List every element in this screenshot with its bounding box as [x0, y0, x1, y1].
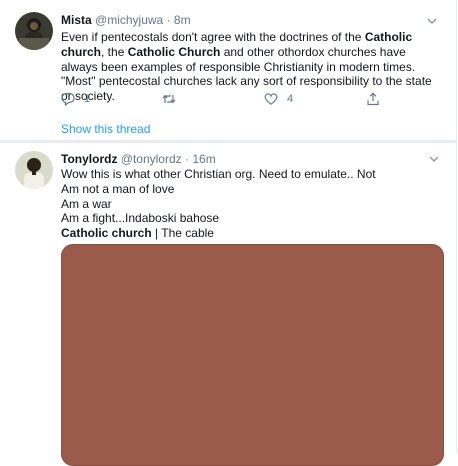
- tweet-text: Wow this is what other Christian org. Ne…: [61, 167, 441, 241]
- display-name[interactable]: Tonylordz: [61, 152, 117, 166]
- avatar[interactable]: [15, 12, 53, 50]
- tweet-text-part: Even if pentecostals don't agree with th…: [61, 30, 365, 44]
- separator-dot: ·: [185, 152, 189, 166]
- tweet-text-bold: Catholic Church: [127, 44, 221, 59]
- retweet-button[interactable]: [162, 92, 185, 106]
- tweet-line: Am a war: [61, 196, 112, 211]
- retweet-icon: [162, 94, 176, 104]
- tweet-line-source: Catholic church | The cable: [61, 226, 441, 241]
- reply-count: 1: [84, 93, 91, 105]
- reply-button[interactable]: 1: [61, 92, 90, 106]
- user-handle[interactable]: @michyjuwa: [95, 13, 163, 27]
- like-icon: [264, 93, 278, 105]
- like-count: 4: [287, 93, 294, 105]
- reply-icon: [61, 92, 75, 106]
- share-icon: [367, 92, 379, 106]
- hashtag-bold[interactable]: Catholic church: [61, 226, 152, 240]
- chevron-down-icon[interactable]: [426, 15, 438, 27]
- media-image[interactable]: [61, 244, 444, 466]
- like-button[interactable]: 4: [264, 92, 293, 106]
- avatar[interactable]: [15, 151, 53, 189]
- tweet-header: Mista @michyjuwa · 8m: [61, 13, 191, 27]
- chevron-down-icon[interactable]: [428, 153, 440, 165]
- separator-dot: ·: [166, 13, 171, 27]
- tweet-text-part: , the: [101, 44, 128, 59]
- user-handle[interactable]: @tonylordz: [121, 152, 182, 166]
- tweet-line: Am a fight...Indaboski bahose: [61, 211, 220, 226]
- timestamp[interactable]: 8m: [174, 13, 191, 27]
- tweet-mista[interactable]: Mista @michyjuwa · 8m Even if pentecosta…: [0, 0, 456, 140]
- timestamp[interactable]: 16m: [192, 152, 215, 166]
- tweet-actions: 1 4: [61, 92, 391, 108]
- tweet-line: Wow this is what other Christian org. Ne…: [61, 167, 376, 181]
- source-text: | The cable: [151, 226, 214, 241]
- share-button[interactable]: [366, 92, 380, 106]
- display-name[interactable]: Mista: [61, 13, 92, 27]
- tweet-line: Am not a man of love: [61, 181, 175, 196]
- tweet-header: Tonylordz @tonylordz · 16m: [61, 152, 216, 166]
- show-thread-link[interactable]: Show this thread: [61, 122, 150, 136]
